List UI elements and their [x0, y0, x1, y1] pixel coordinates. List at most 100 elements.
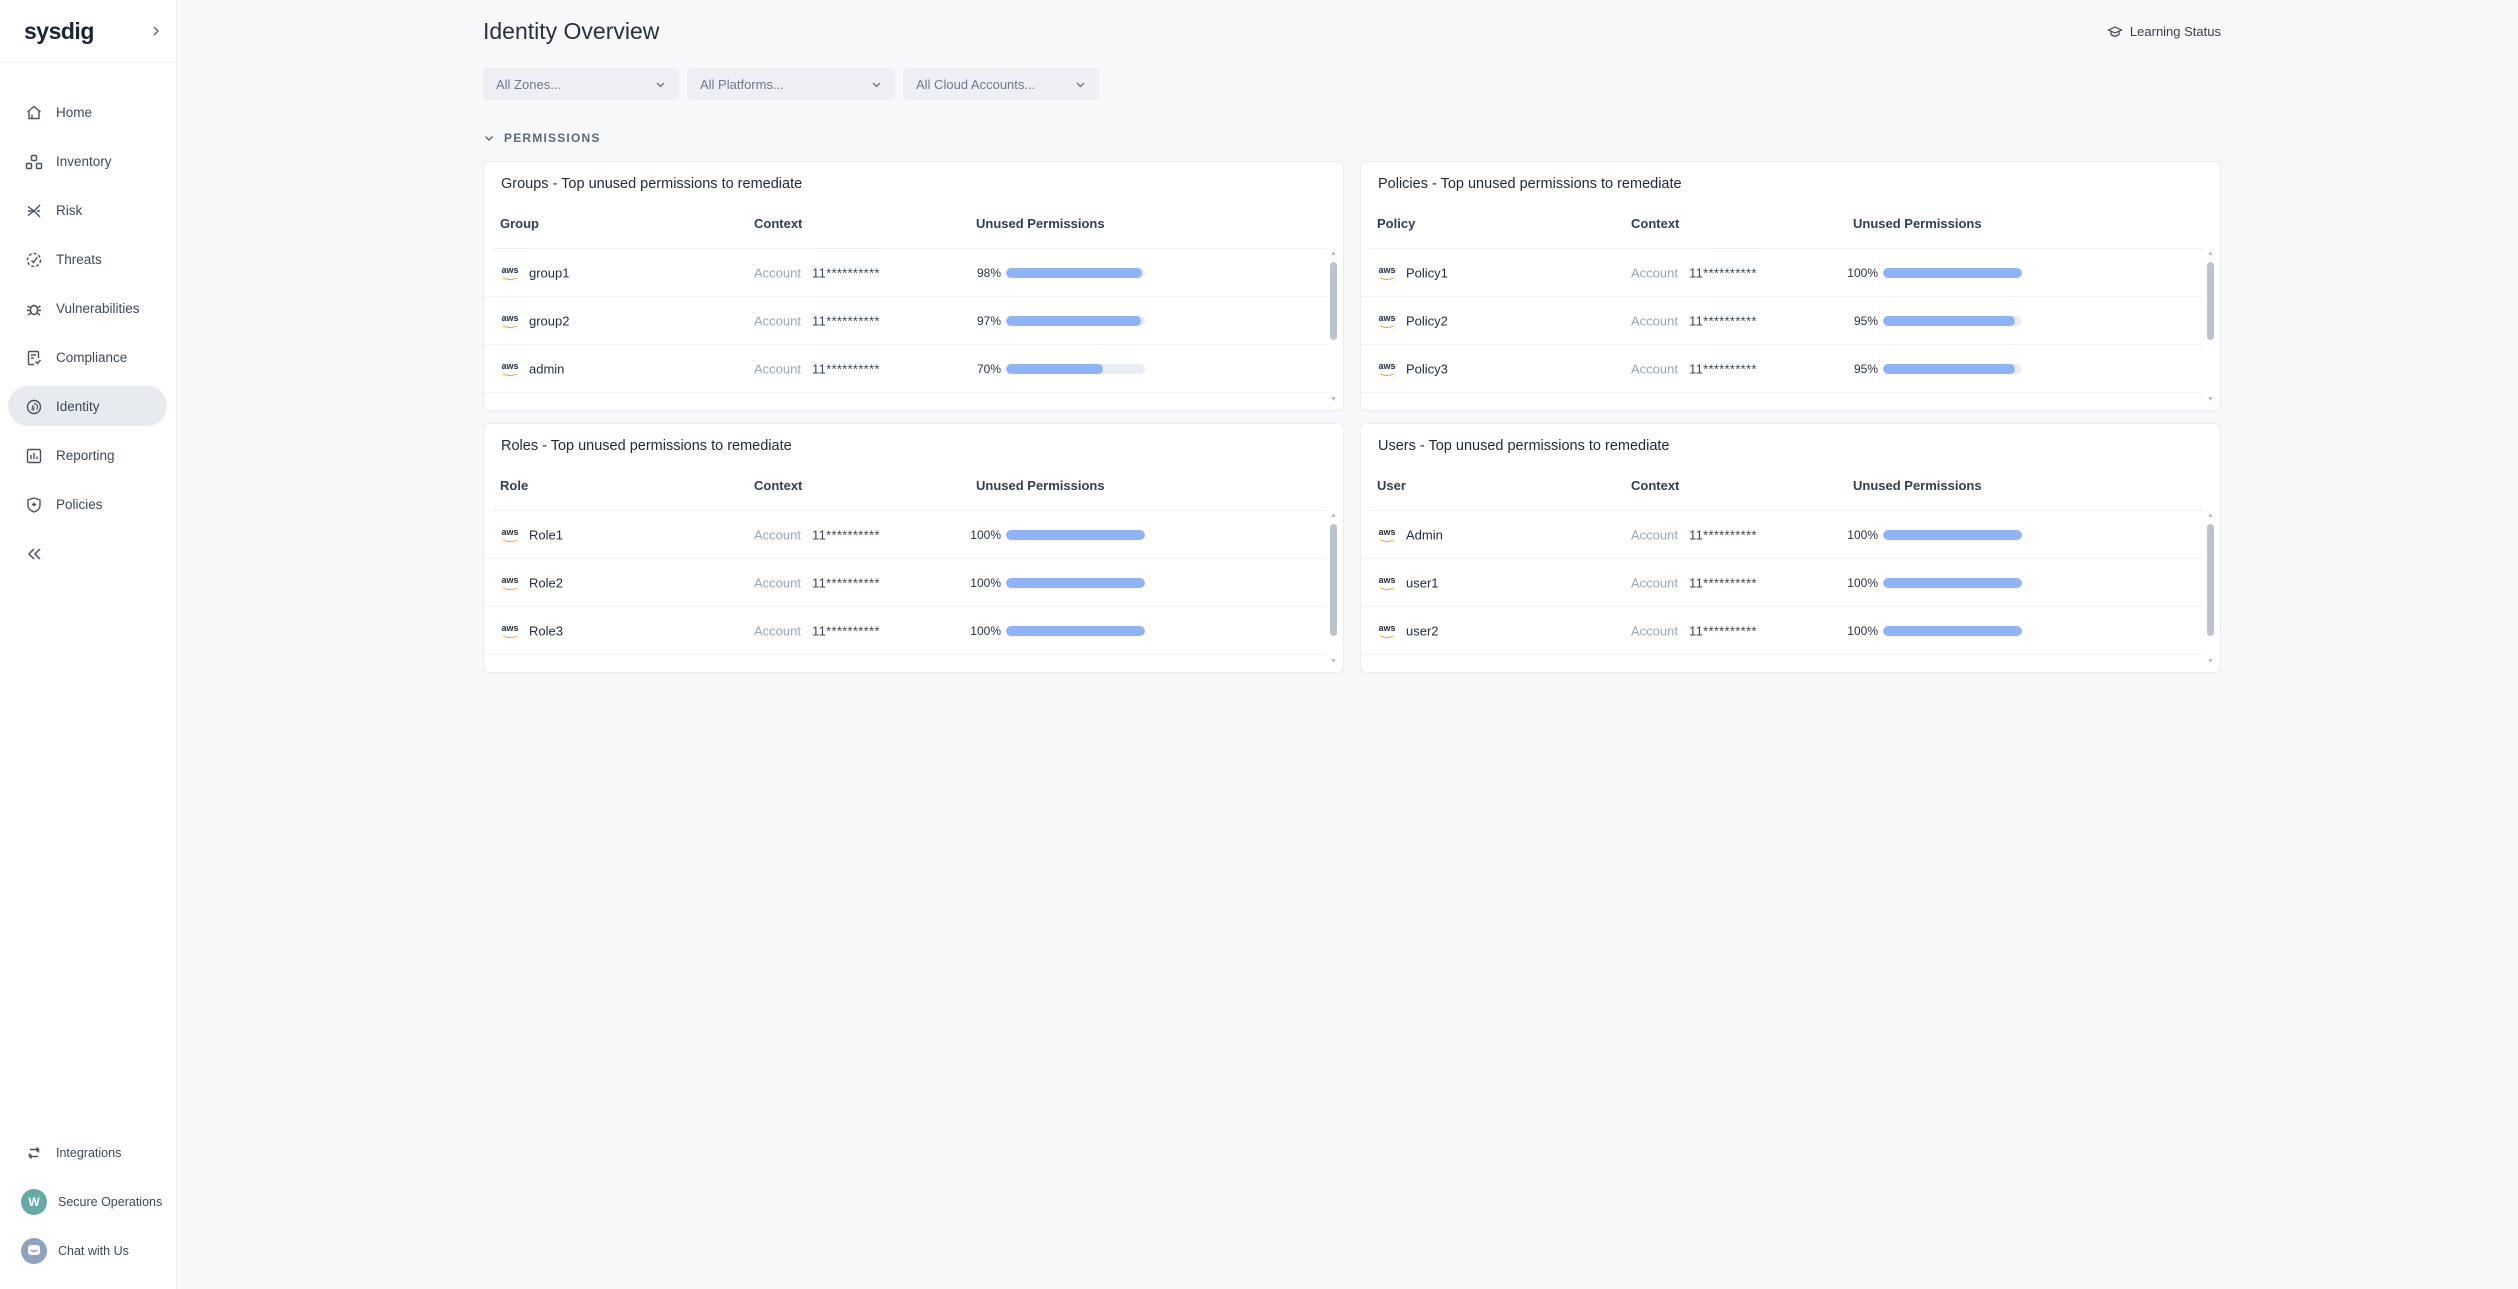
table-row[interactable]: aws Policy3 Account 11********** 95% — [1361, 345, 2202, 393]
learning-status-label: Learning Status — [2130, 24, 2221, 39]
column-header: User — [1377, 478, 1406, 493]
column-header: Unused Permissions — [1853, 478, 1982, 493]
sidebar-item-reporting[interactable]: Reporting — [0, 431, 176, 480]
table-row[interactable]: aws Role1 Account 11********** 100% — [484, 511, 1325, 559]
table-body: aws Policy1 Account 11********** 100% aw… — [1361, 249, 2202, 393]
unused-permissions-bar — [1006, 626, 1145, 636]
entity-name: admin — [529, 361, 564, 376]
aws-icon: aws — [500, 575, 520, 591]
scroll-up-icon[interactable]: ▲ — [2205, 250, 2216, 257]
unused-permissions-bar — [1883, 578, 2022, 588]
table-row[interactable]: aws admin Account 11********** 70% — [484, 345, 1325, 393]
unused-permissions-pct: 100% — [962, 528, 1001, 542]
context-id: 11********** — [1689, 623, 1757, 638]
column-header: Context — [1631, 216, 1679, 231]
sidebar-item-policies[interactable]: Policies — [0, 480, 176, 529]
scrollbar-thumb[interactable] — [2207, 262, 2214, 340]
aws-icon: aws — [1377, 527, 1397, 543]
unused-permissions-pct: 100% — [1839, 528, 1878, 542]
table-body: aws Admin Account 11********** 100% aws … — [1361, 511, 2202, 655]
aws-icon: aws — [500, 313, 520, 329]
sidebar-item-threats[interactable]: Threats — [0, 235, 176, 284]
sidebar-item-account[interactable]: W Secure Operations — [0, 1177, 176, 1226]
scroll-up-icon[interactable]: ▲ — [2205, 512, 2216, 519]
sidebar-item-risk[interactable]: Risk — [0, 186, 176, 235]
context-id: 11********** — [1689, 265, 1757, 280]
table-row[interactable]: aws Admin Account 11********** 100% — [1361, 511, 2202, 559]
table-row[interactable]: aws user2 Account 11********** 100% — [1361, 607, 2202, 655]
scrollbar-thumb[interactable] — [2207, 524, 2214, 636]
aws-icon: aws — [500, 265, 520, 281]
users-card: Users - Top unused permissions to remedi… — [1360, 423, 2221, 673]
table-row[interactable]: aws Role3 Account 11********** 100% — [484, 607, 1325, 655]
chart-icon — [25, 447, 43, 465]
table-row[interactable]: aws Policy1 Account 11********** 100% — [1361, 249, 2202, 297]
table-row[interactable]: aws user1 Account 11********** 100% — [1361, 559, 2202, 607]
card-scrollbar[interactable]: ▲ ▼ — [1328, 512, 1339, 665]
zones-filter[interactable]: All Zones... — [483, 68, 679, 100]
context-type: Account — [1631, 575, 1678, 590]
column-header: Policy — [1377, 216, 1415, 231]
sidebar-item-compliance[interactable]: Compliance — [0, 333, 176, 382]
scroll-down-icon[interactable]: ▼ — [2205, 658, 2216, 665]
policies-card: Policies - Top unused permissions to rem… — [1360, 161, 2221, 411]
table-header: Policy Context Unused Permissions — [1361, 216, 2220, 242]
unused-permissions-bar — [1006, 578, 1145, 588]
unused-permissions-pct: 70% — [962, 362, 1001, 376]
scroll-down-icon[interactable]: ▼ — [1328, 396, 1339, 403]
aws-icon: aws — [1377, 313, 1397, 329]
sidebar-item-identity[interactable]: Identity — [0, 382, 176, 431]
column-header: Unused Permissions — [976, 216, 1105, 231]
sidebar: sysdig Home Inventory Risk Threats Vulne… — [0, 0, 177, 1289]
cloud-accounts-filter[interactable]: All Cloud Accounts... — [903, 68, 1099, 100]
platforms-filter-value: All Platforms... — [700, 77, 784, 92]
scroll-up-icon[interactable]: ▲ — [1328, 250, 1339, 257]
sidebar-item-integrations[interactable]: Integrations — [0, 1128, 176, 1177]
scrollbar-thumb[interactable] — [1330, 262, 1337, 340]
unused-permissions-bar — [1883, 530, 2022, 540]
sidebar-bottom: Integrations W Secure Operations Chat wi… — [0, 1128, 176, 1275]
scroll-down-icon[interactable]: ▼ — [2205, 396, 2216, 403]
platforms-filter[interactable]: All Platforms... — [687, 68, 895, 100]
table-row[interactable]: aws Policy2 Account 11********** 95% — [1361, 297, 2202, 345]
aws-icon: aws — [500, 527, 520, 543]
aws-icon: aws — [1377, 623, 1397, 639]
scroll-down-icon[interactable]: ▼ — [1328, 658, 1339, 665]
sidebar-expand-button[interactable] — [150, 25, 162, 37]
column-header: Unused Permissions — [976, 478, 1105, 493]
context-type: Account — [1631, 361, 1678, 376]
card-scrollbar[interactable]: ▲ ▼ — [2205, 250, 2216, 403]
sidebar-item-label: Secure Operations — [58, 1195, 162, 1209]
card-scrollbar[interactable]: ▲ ▼ — [1328, 250, 1339, 403]
sidebar-item-label: Vulnerabilities — [56, 301, 140, 316]
sidebar-item-chat[interactable]: Chat with Us — [0, 1226, 176, 1275]
table-row[interactable]: aws group1 Account 11********** 98% — [484, 249, 1325, 297]
sidebar-collapse-button[interactable] — [0, 529, 176, 578]
table-body: aws Role1 Account 11********** 100% aws … — [484, 511, 1325, 655]
context-type: Account — [1631, 265, 1678, 280]
context-type: Account — [1631, 527, 1678, 542]
permissions-section-toggle[interactable]: PERMISSIONS — [483, 131, 2221, 145]
sidebar-item-vulnerabilities[interactable]: Vulnerabilities — [0, 284, 176, 333]
collapse-icon — [25, 545, 43, 563]
table-row[interactable]: aws Role2 Account 11********** 100% — [484, 559, 1325, 607]
entity-name: Policy1 — [1406, 265, 1448, 280]
inventory-icon — [25, 153, 43, 171]
scrollbar-thumb[interactable] — [1330, 524, 1337, 636]
unused-permissions-bar — [1883, 316, 2022, 326]
scroll-up-icon[interactable]: ▲ — [1328, 512, 1339, 519]
card-title: Groups - Top unused permissions to remed… — [501, 176, 802, 192]
table-header: Group Context Unused Permissions — [484, 216, 1343, 242]
card-scrollbar[interactable]: ▲ ▼ — [2205, 512, 2216, 665]
sidebar-item-inventory[interactable]: Inventory — [0, 137, 176, 186]
unused-permissions-pct: 98% — [962, 266, 1001, 280]
learning-status-button[interactable]: Learning Status — [2107, 24, 2221, 39]
sync-icon — [25, 1144, 43, 1162]
sidebar-item-home[interactable]: Home — [0, 88, 176, 137]
column-header: Group — [500, 216, 539, 231]
aws-icon: aws — [1377, 265, 1397, 281]
table-row[interactable]: aws group2 Account 11********** 97% — [484, 297, 1325, 345]
unused-permissions-bar — [1883, 268, 2022, 278]
unused-permissions-pct: 100% — [962, 624, 1001, 638]
groups-card: Groups - Top unused permissions to remed… — [483, 161, 1344, 411]
